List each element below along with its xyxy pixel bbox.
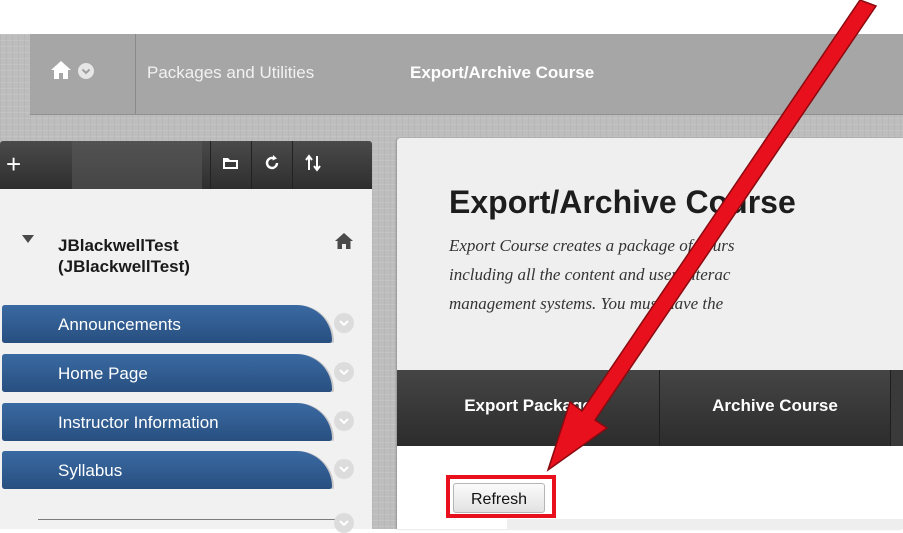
breadcrumb-divider bbox=[135, 34, 136, 114]
chevron-down-icon[interactable] bbox=[334, 513, 354, 533]
menu-item-label: Announcements bbox=[58, 315, 181, 334]
course-menu: JBlackwellTest (JBlackwellTest) Announce… bbox=[0, 189, 372, 533]
content-header: Export/Archive Course Export Course crea… bbox=[397, 138, 903, 370]
menu-item-label: Home Page bbox=[58, 364, 148, 383]
page-description: Export Course creates a package of cours… bbox=[449, 231, 903, 318]
menu-item-announcements[interactable]: Announcements bbox=[2, 305, 334, 343]
tab-label: Archive Course bbox=[712, 396, 838, 415]
tab-label: Export Package bbox=[464, 396, 592, 415]
chevron-down-icon[interactable] bbox=[334, 459, 354, 479]
add-menu-item-button[interactable]: + bbox=[6, 151, 30, 177]
menu-item-home-page[interactable]: Home Page bbox=[2, 354, 334, 392]
action-tabs: Export Package Archive Course bbox=[397, 370, 903, 446]
description-line: Export Course creates a package of cours bbox=[449, 236, 735, 255]
menu-item-bg bbox=[2, 354, 332, 392]
collapse-course-toggle[interactable] bbox=[22, 235, 34, 243]
page-title: Export/Archive Course bbox=[449, 184, 796, 220]
tab-overflow[interactable] bbox=[891, 370, 903, 446]
refresh-icon bbox=[265, 155, 279, 170]
refresh-menu-button[interactable] bbox=[251, 141, 292, 189]
home-icon[interactable] bbox=[334, 232, 354, 250]
chevron-down-icon[interactable] bbox=[334, 313, 354, 333]
description-line: including all the content and user inter… bbox=[449, 265, 731, 284]
reorder-menu-button[interactable] bbox=[292, 141, 373, 189]
description-line: management systems. You must have the bbox=[449, 294, 724, 313]
sort-icon bbox=[305, 154, 321, 172]
chevron-down-icon[interactable] bbox=[78, 63, 94, 79]
toolbar-spacer bbox=[72, 141, 202, 189]
menu-item-label: Syllabus bbox=[58, 461, 123, 480]
tab-export-package[interactable]: Export Package bbox=[397, 370, 660, 446]
content-panel: Export/Archive Course Export Course crea… bbox=[397, 138, 903, 529]
menu-item-instructor-information[interactable]: Instructor Information bbox=[2, 403, 334, 441]
folder-view-button[interactable] bbox=[210, 141, 251, 189]
list-header-bar bbox=[507, 519, 903, 529]
folder-icon bbox=[223, 158, 238, 169]
breadcrumb: Packages and Utilities Export/Archive Co… bbox=[30, 34, 903, 115]
menu-item-bg bbox=[2, 451, 332, 489]
annotation-highlight-box bbox=[446, 475, 556, 518]
breadcrumb-packages-utilities[interactable]: Packages and Utilities bbox=[147, 63, 314, 83]
chevron-down-icon[interactable] bbox=[334, 362, 354, 382]
menu-item-label: Instructor Information bbox=[58, 413, 219, 432]
chevron-down-icon[interactable] bbox=[334, 411, 354, 431]
breadcrumb-current-page: Export/Archive Course bbox=[410, 63, 595, 82]
course-menu-toolbar: + bbox=[0, 141, 372, 189]
home-icon[interactable] bbox=[50, 60, 71, 80]
course-title[interactable]: JBlackwellTest (JBlackwellTest) bbox=[58, 235, 298, 277]
tab-archive-course[interactable]: Archive Course bbox=[660, 370, 891, 446]
menu-divider bbox=[38, 519, 338, 520]
menu-item-syllabus[interactable]: Syllabus bbox=[2, 451, 334, 489]
